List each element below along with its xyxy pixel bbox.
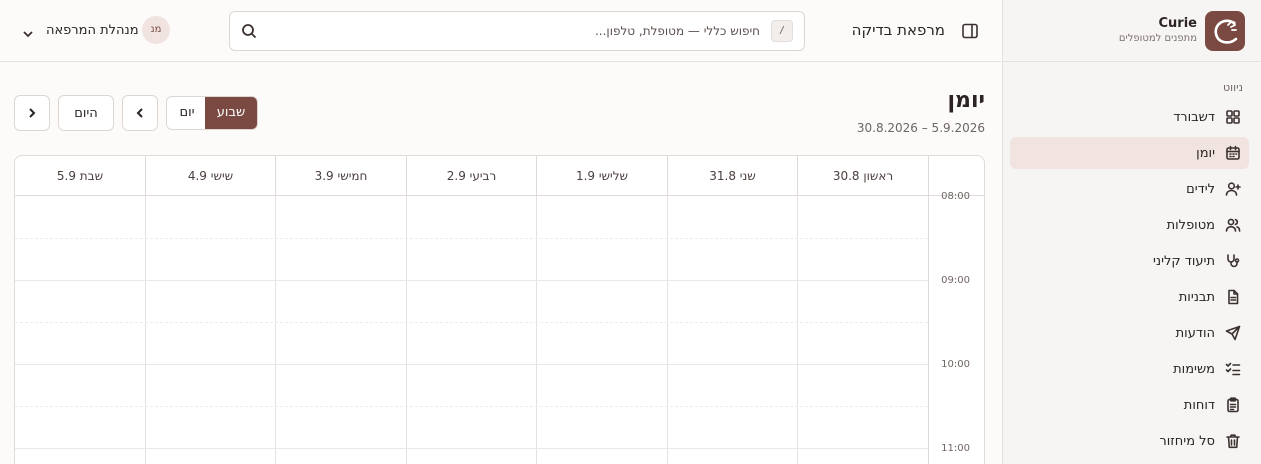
brand-tagline: מתפנים למטופלים — [1118, 33, 1197, 44]
sidebar-item-label: תיעוד קליני — [1153, 253, 1215, 269]
dashboard-icon — [1225, 109, 1241, 125]
view-week-tab[interactable]: שבוע — [205, 97, 257, 129]
hour-line — [15, 280, 928, 281]
chevron-right-icon — [29, 108, 36, 118]
sidebar-item-dashboard[interactable]: דשבורד — [1010, 101, 1249, 133]
topbar: מרפאת בדיקה / מנהלת המרפאה מנ — [0, 0, 1001, 62]
global-search: / — [229, 11, 805, 51]
trash-icon — [1225, 433, 1241, 449]
panel-icon — [962, 23, 978, 39]
logo — [1205, 11, 1245, 51]
hour-line — [15, 448, 928, 449]
sidebar-item-trash[interactable]: סל מיחזור — [1010, 425, 1249, 457]
users-icon — [1225, 217, 1241, 233]
time-label: 08:00 — [941, 191, 970, 202]
time-label: 11:00 — [941, 443, 970, 454]
sidebar-item-label: מטופלות — [1166, 217, 1215, 233]
calendar-header: ראשון 30.8 שני 31.8 שלישי 1.9 רביעי 2.9 … — [15, 156, 984, 196]
sidebar-item-templates[interactable]: תבניות — [1010, 281, 1249, 313]
time-column: 08:00 09:00 10:00 11:00 — [928, 156, 984, 464]
day-divider — [536, 156, 537, 464]
stethoscope-icon — [1225, 253, 1241, 269]
day-divider — [797, 156, 798, 464]
file-text-icon — [1225, 289, 1241, 305]
sidebar: Curie מתפנים למטופלים ניווט דשבורד יומן … — [1002, 0, 1261, 464]
page-title: יומן — [947, 88, 985, 113]
clinic-name: מרפאת בדיקה — [851, 21, 945, 39]
sidebar-item-leads[interactable]: לידים — [1010, 173, 1249, 205]
sidebar-item-clinical-docs[interactable]: תיעוד קליני — [1010, 245, 1249, 277]
user-menu[interactable]: מנהלת המרפאה מנ — [22, 16, 170, 46]
chevron-down-icon — [22, 25, 34, 38]
sidebar-item-reports[interactable]: דוחות — [1010, 389, 1249, 421]
search-icon — [241, 23, 257, 39]
sidebar-item-label: לידים — [1186, 181, 1215, 197]
day-divider — [145, 156, 146, 464]
next-week-button[interactable] — [14, 95, 50, 131]
sidebar-item-label: דוחות — [1183, 397, 1215, 413]
half-hour-line — [15, 406, 928, 407]
list-checks-icon — [1225, 361, 1241, 377]
time-label: 09:00 — [941, 275, 970, 286]
brand-name: Curie — [1158, 16, 1197, 31]
send-icon — [1225, 325, 1241, 341]
day-header-mon[interactable]: שני 31.8 — [667, 156, 797, 196]
day-divider — [275, 156, 276, 464]
week-calendar: ראשון 30.8 שני 31.8 שלישי 1.9 רביעי 2.9 … — [14, 155, 985, 464]
day-header-wed[interactable]: רביעי 2.9 — [406, 156, 536, 196]
view-day-tab[interactable]: יום — [167, 97, 207, 129]
date-range: 30.8.2026 – 5.9.2026 — [856, 121, 985, 135]
day-divider — [406, 156, 407, 464]
prev-week-button[interactable] — [122, 95, 158, 131]
search-shortcut-hint: / — [771, 20, 793, 42]
search-input[interactable] — [266, 12, 760, 50]
day-header-thu[interactable]: חמישי 3.9 — [275, 156, 406, 196]
sidebar-item-label: משימות — [1173, 361, 1215, 377]
sidebar-item-patients[interactable]: מטופלות — [1010, 209, 1249, 241]
day-header-sat[interactable]: שבת 5.9 — [15, 156, 145, 196]
sidebar-item-label: יומן — [1196, 145, 1215, 161]
chevron-left-icon — [136, 108, 143, 118]
today-button[interactable]: היום — [58, 95, 114, 131]
day-divider — [667, 156, 668, 464]
half-hour-line — [15, 238, 928, 239]
brand-header: Curie מתפנים למטופלים — [1002, 0, 1261, 62]
sidebar-item-calendar[interactable]: יומן — [1010, 137, 1249, 169]
sidebar-item-label: דשבורד — [1173, 109, 1215, 125]
user-plus-icon — [1225, 181, 1241, 197]
nav-section-title: ניווט — [1223, 81, 1243, 94]
sidebar-item-label: הודעות — [1175, 325, 1215, 341]
sidebar-item-label: סל מיחזור — [1159, 433, 1215, 449]
avatar: מנ — [142, 16, 170, 44]
sidebar-item-label: תבניות — [1178, 289, 1215, 305]
time-label: 10:00 — [941, 359, 970, 370]
day-header-tue[interactable]: שלישי 1.9 — [536, 156, 667, 196]
hour-line — [15, 364, 928, 365]
day-header-fri[interactable]: שישי 4.9 — [145, 156, 275, 196]
half-hour-line — [15, 322, 928, 323]
view-switcher: שבוע יום — [166, 96, 258, 130]
clipboard-icon — [1225, 397, 1241, 413]
user-name: מנהלת המרפאה — [46, 23, 139, 38]
day-header-sun[interactable]: ראשון 30.8 — [797, 156, 928, 196]
toggle-sidebar-button[interactable] — [961, 22, 979, 40]
sidebar-item-messages[interactable]: הודעות — [1010, 317, 1249, 349]
sidebar-item-tasks[interactable]: משימות — [1010, 353, 1249, 385]
calendar-icon — [1225, 145, 1241, 161]
sidebar-nav: דשבורד יומן לידים מטופלות תיעוד קליני תב… — [1010, 101, 1249, 461]
